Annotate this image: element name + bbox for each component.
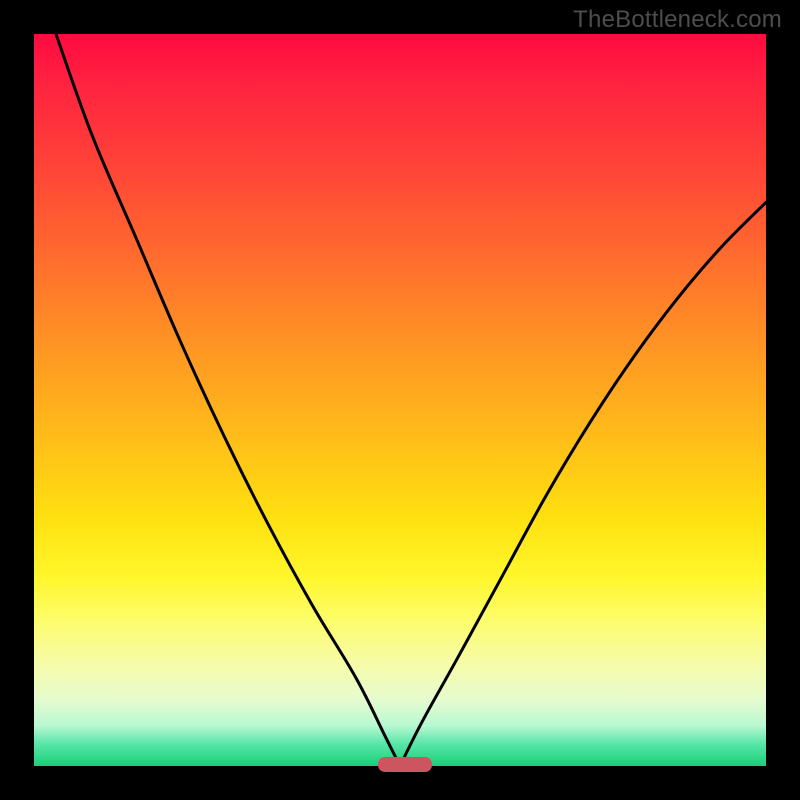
watermark-text: TheBottleneck.com <box>573 6 782 34</box>
bottleneck-marker <box>378 757 432 772</box>
plot-area <box>34 34 766 766</box>
outer-frame: TheBottleneck.com <box>0 0 800 800</box>
right-curve <box>400 202 766 766</box>
left-curve <box>56 34 400 766</box>
curves-svg <box>34 34 766 766</box>
